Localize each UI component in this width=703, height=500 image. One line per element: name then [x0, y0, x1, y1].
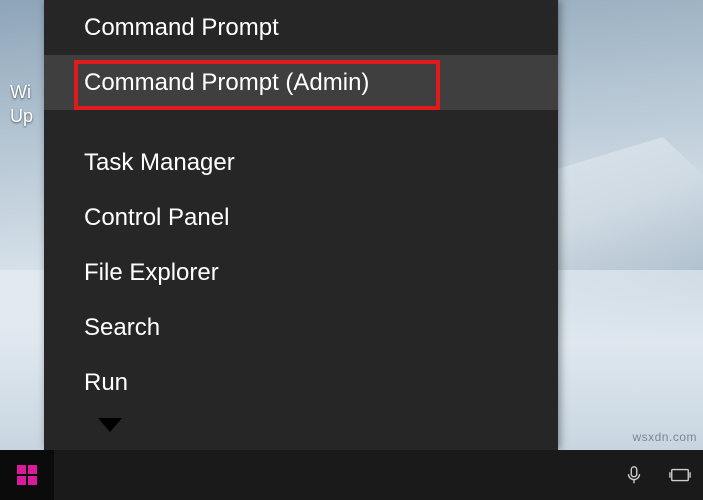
menu-item-search[interactable]: Search	[44, 300, 558, 355]
windows-logo-icon	[17, 465, 37, 485]
winx-context-menu: Command Prompt Command Prompt (Admin) Ta…	[44, 0, 558, 450]
menu-item-label: Search	[84, 314, 160, 342]
menu-item-task-manager[interactable]: Task Manager	[44, 135, 558, 190]
microphone-icon	[623, 464, 645, 486]
watermark-text: wsxdn.com	[632, 430, 697, 444]
desktop-cutoff-text: Wi Up	[10, 80, 40, 128]
menu-item-label: Control Panel	[84, 204, 229, 232]
menu-item-label: Command Prompt	[84, 14, 279, 42]
menu-item-run[interactable]: Run	[44, 355, 558, 410]
menu-item-file-explorer[interactable]: File Explorer	[44, 245, 558, 300]
task-view-icon	[669, 464, 691, 486]
menu-item-label: Command Prompt (Admin)	[84, 69, 369, 97]
task-view-button[interactable]	[657, 450, 703, 500]
menu-item-label: File Explorer	[84, 259, 219, 287]
menu-item-command-prompt[interactable]: Command Prompt	[44, 0, 558, 55]
menu-item-label: Task Manager	[84, 149, 235, 177]
start-button[interactable]	[0, 450, 54, 500]
menu-scroll-down-row[interactable]	[44, 410, 558, 432]
menu-item-label: Run	[84, 369, 128, 397]
cutoff-line-2: Up	[10, 104, 40, 128]
taskbar	[0, 450, 703, 500]
cortana-mic-button[interactable]	[611, 450, 657, 500]
menu-item-command-prompt-admin[interactable]: Command Prompt (Admin)	[44, 55, 558, 110]
cutoff-line-1: Wi	[10, 80, 40, 104]
menu-item-control-panel[interactable]: Control Panel	[44, 190, 558, 245]
chevron-down-icon	[98, 418, 122, 432]
menu-separator-gap	[44, 110, 558, 135]
